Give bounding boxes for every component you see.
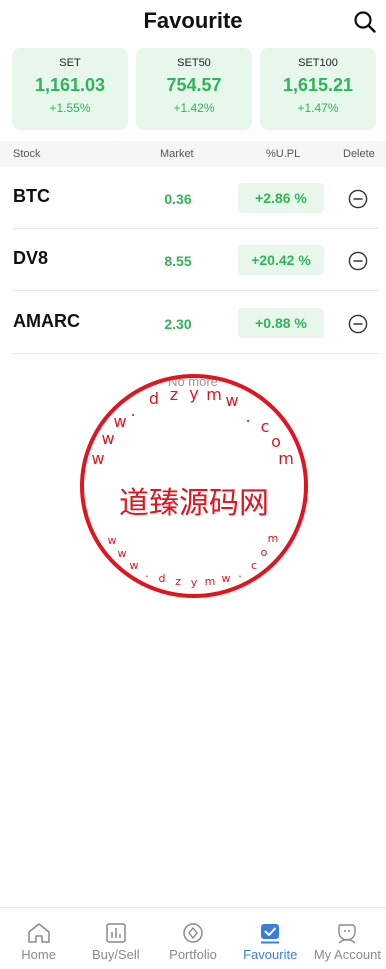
table-row[interactable]: AMARC 2.30 +0.88 % — [0, 292, 386, 354]
account-icon — [338, 924, 357, 944]
svg-text:.: . — [145, 567, 149, 580]
nav-label: Buy/Sell — [91, 947, 140, 962]
svg-text:y: y — [189, 384, 198, 403]
svg-text:c: c — [251, 559, 257, 572]
header: Favourite — [0, 0, 386, 44]
svg-text:m: m — [268, 532, 279, 545]
svg-text:d: d — [159, 572, 166, 585]
nav-label: Home — [21, 947, 56, 962]
market-price: 8.55 — [164, 253, 192, 269]
svg-text:w: w — [130, 559, 139, 572]
nav-portfolio[interactable]: Portfolio — [154, 908, 231, 969]
stock-symbol: AMARC — [13, 311, 80, 331]
column-stock: Stock — [13, 148, 41, 160]
table-row[interactable]: DV8 8.55 +20.42 % — [0, 229, 386, 291]
index-name: SET100 — [298, 57, 338, 69]
svg-text:w: w — [118, 547, 127, 560]
column-market: Market — [160, 148, 194, 160]
pl-badge: +0.88 % — [238, 308, 324, 338]
nav-favourite[interactable]: Favourite — [232, 908, 309, 969]
svg-text:w: w — [91, 449, 104, 468]
index-change: +1.42% — [173, 101, 215, 115]
column-delete: Delete — [343, 148, 375, 160]
nav-label: Favourite — [243, 947, 298, 962]
nav-my-account[interactable]: My Account — [309, 908, 386, 969]
svg-text:w: w — [108, 534, 117, 547]
svg-text:w: w — [225, 391, 238, 410]
svg-text:m: m — [278, 449, 294, 468]
index-change: +1.47% — [297, 101, 339, 115]
remove-icon[interactable] — [348, 314, 368, 334]
index-change: +1.55% — [49, 101, 91, 115]
column-pl: %U.PL — [266, 148, 301, 160]
svg-text:c: c — [261, 417, 270, 436]
watermark-stamp: w w w . d z y m w . c o m w w w . d z y … — [78, 372, 310, 600]
svg-text:w: w — [222, 572, 231, 585]
portfolio-icon — [183, 923, 203, 943]
pl-badge: +20.42 % — [238, 245, 324, 275]
svg-text:o: o — [261, 546, 268, 559]
svg-text:m: m — [205, 575, 216, 588]
index-value: 1,615.21 — [282, 75, 354, 95]
index-cards: SET 1,161.03 +1.55% SET50 754.57 +1.42% … — [12, 48, 376, 130]
index-name: SET50 — [177, 57, 211, 69]
index-value: 754.57 — [166, 75, 222, 95]
pl-badge: +2.86 % — [238, 183, 324, 213]
svg-text:d: d — [149, 389, 159, 408]
market-price: 0.36 — [164, 191, 192, 207]
remove-icon[interactable] — [348, 189, 368, 209]
home-icon — [27, 923, 50, 943]
market-price: 2.30 — [164, 316, 192, 332]
index-name: SET — [59, 57, 81, 69]
table-header: Stock Market %U.PL Delete — [0, 141, 386, 167]
nav-home[interactable]: Home — [0, 908, 77, 969]
svg-text:z: z — [170, 385, 178, 404]
svg-text:z: z — [175, 575, 181, 588]
bottom-nav: Home Buy/Sell Portfolio Favourite My Acc… — [0, 907, 386, 969]
index-card-set50[interactable]: SET50 754.57 +1.42% — [136, 48, 252, 130]
stock-symbol: BTC — [13, 186, 50, 206]
remove-icon[interactable] — [348, 251, 368, 271]
index-card-set100[interactable]: SET100 1,615.21 +1.47% — [260, 48, 376, 130]
svg-text:.: . — [238, 567, 242, 580]
svg-text:m: m — [206, 385, 222, 404]
svg-text:.: . — [245, 407, 250, 426]
nav-label: Portfolio — [169, 947, 217, 962]
stock-symbol: DV8 — [13, 248, 49, 268]
table-row[interactable]: BTC 0.36 +2.86 % — [0, 167, 386, 229]
search-icon[interactable] — [352, 9, 378, 35]
index-card-set[interactable]: SET 1,161.03 +1.55% — [12, 48, 128, 130]
svg-text:w: w — [113, 412, 126, 431]
buy-sell-icon — [106, 923, 126, 943]
svg-text:w: w — [101, 429, 114, 448]
page-title: Favourite — [143, 8, 243, 33]
favourite-icon — [261, 924, 280, 944]
svg-text:y: y — [191, 576, 198, 589]
divider — [13, 290, 378, 291]
stamp-text: 道臻源码网 — [119, 486, 269, 521]
index-value: 1,161.03 — [34, 75, 106, 95]
nav-buy-sell[interactable]: Buy/Sell — [77, 908, 154, 969]
divider — [13, 353, 378, 354]
nav-label: My Account — [313, 947, 382, 962]
svg-text:.: . — [130, 401, 135, 420]
